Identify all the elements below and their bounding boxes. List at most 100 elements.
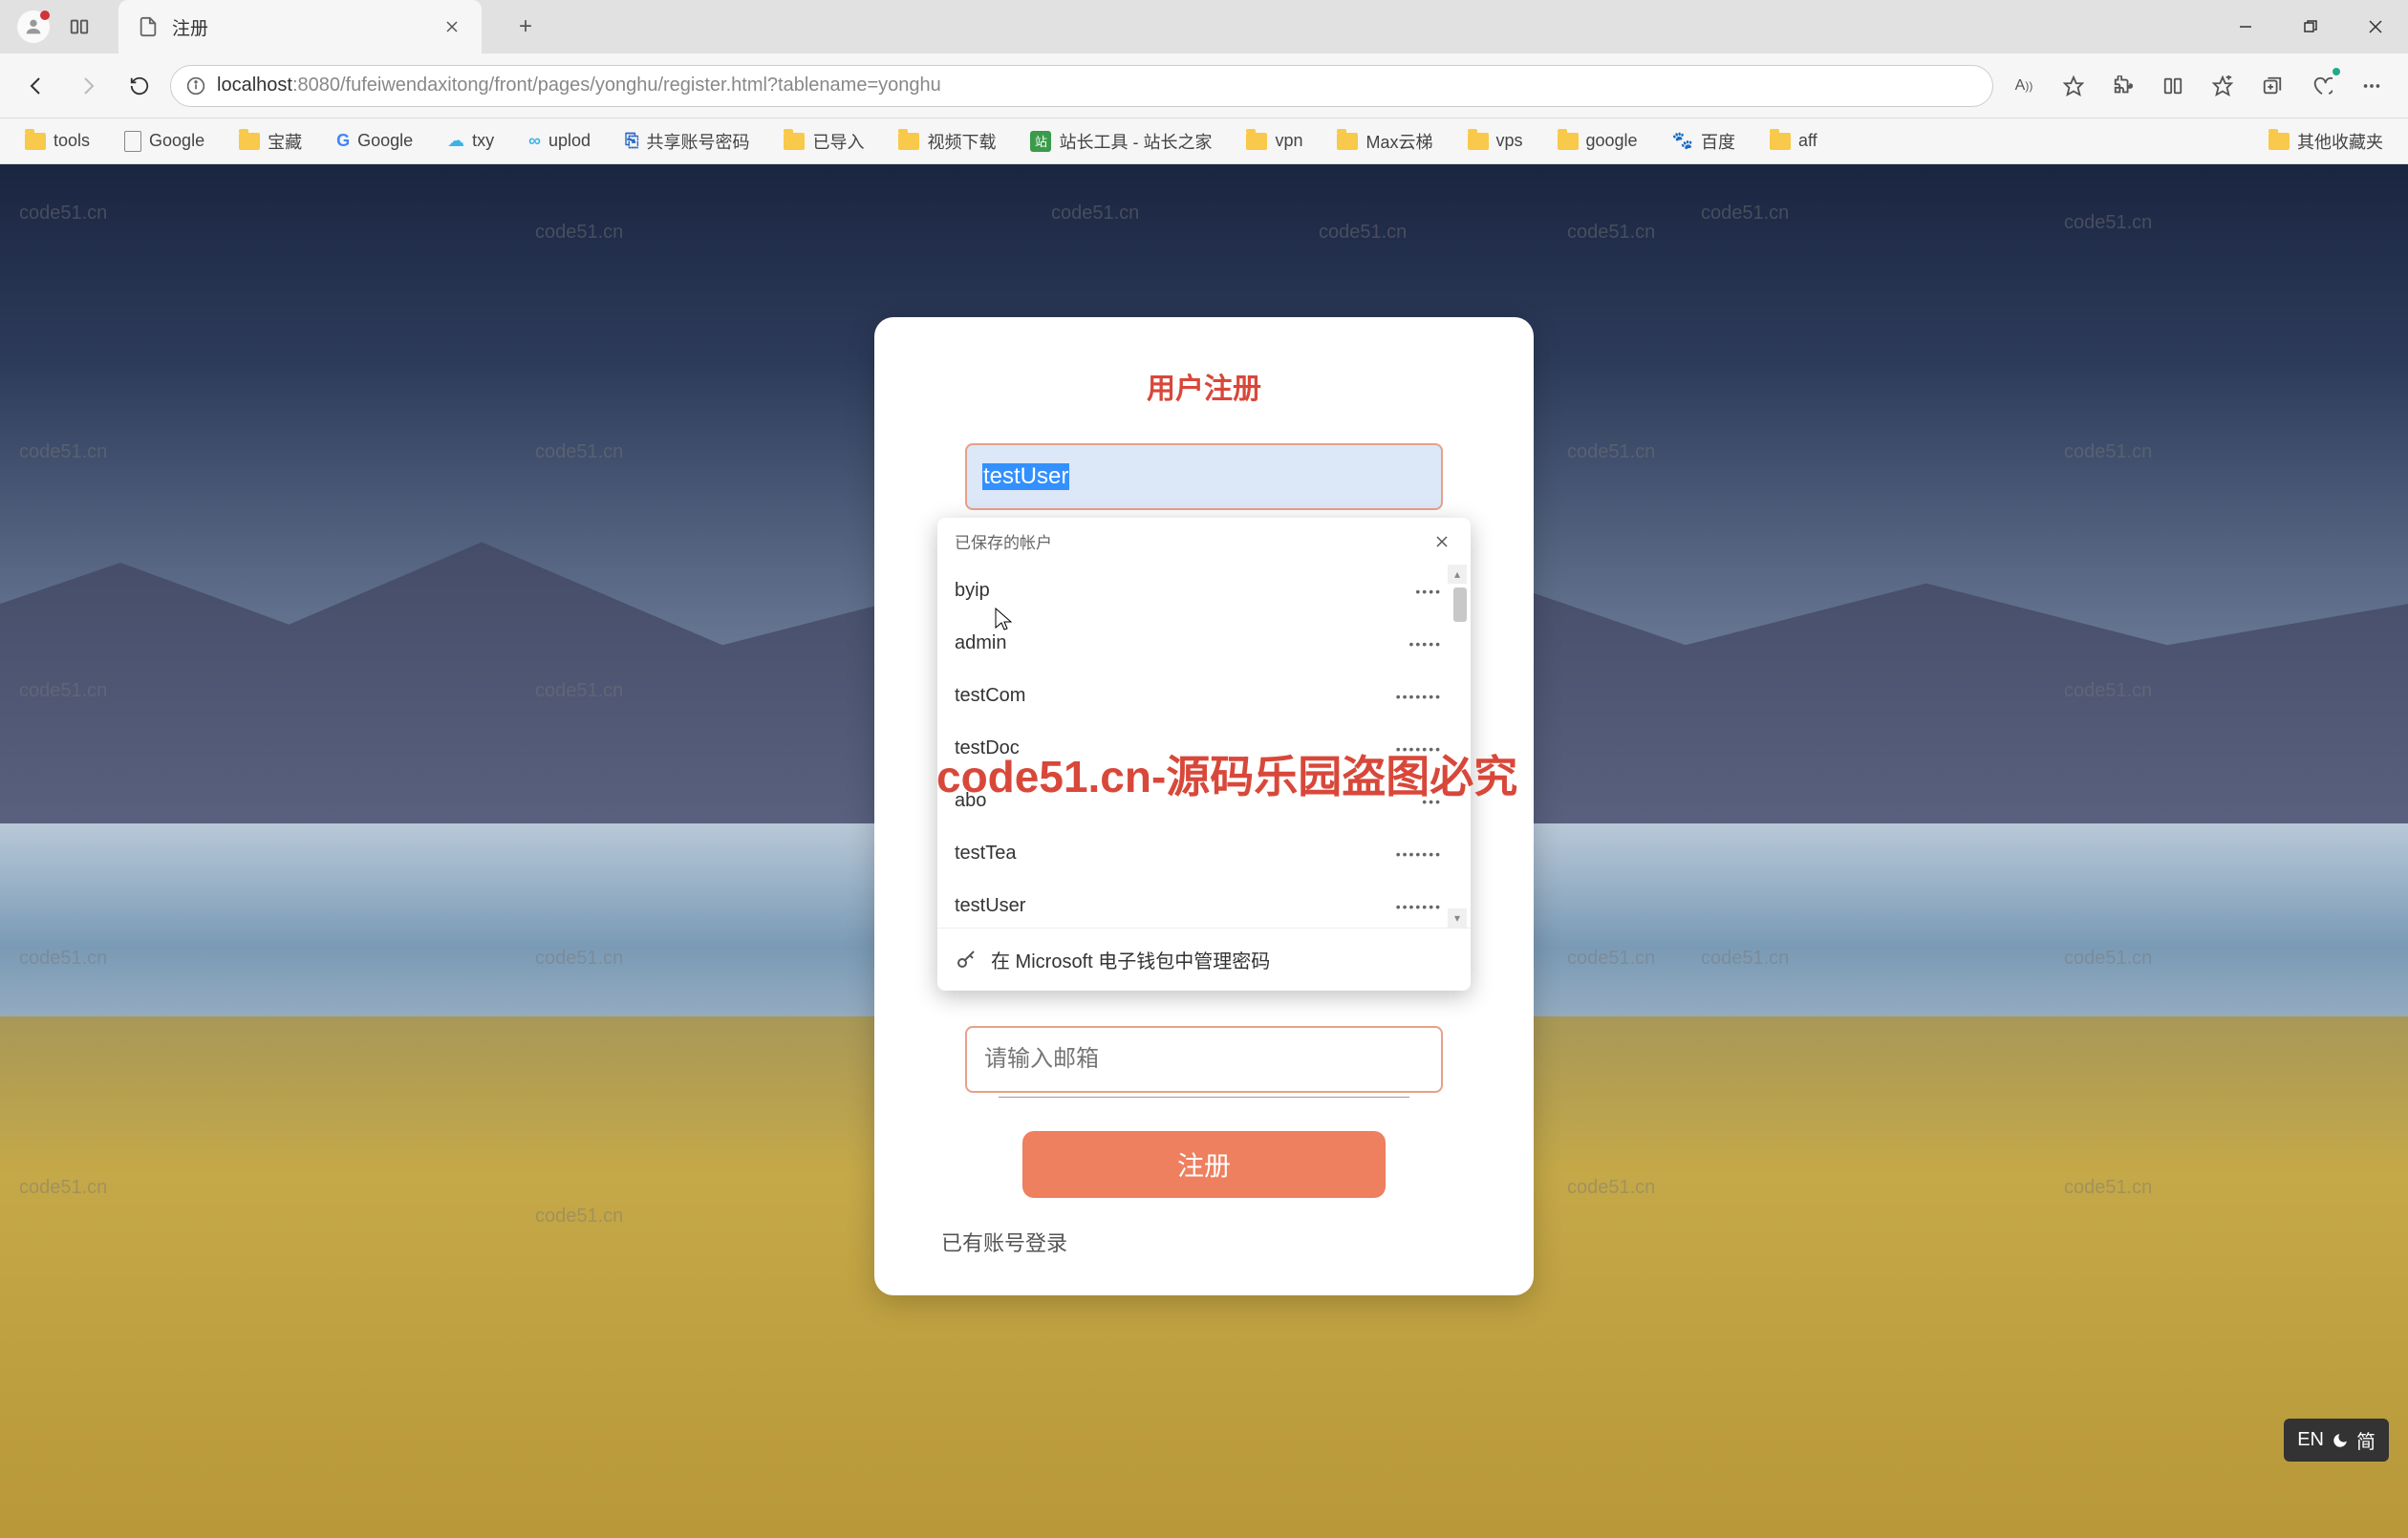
url-text: localhost:8080/fufeiwendaxitong/front/pa… (217, 75, 941, 96)
tab-favicon-icon (138, 16, 159, 37)
autofill-username: admin (955, 632, 1006, 654)
bookmark-item[interactable]: 已导入 (778, 125, 870, 158)
bookmark-label: uplod (548, 131, 591, 151)
bookmark-label: google (1586, 131, 1638, 151)
autofill-scroll-up[interactable]: ▴ (1448, 565, 1467, 584)
forward-button[interactable] (67, 65, 109, 107)
close-window-button[interactable] (2343, 0, 2408, 53)
toolbar-icons: A)) (2003, 65, 2393, 107)
minimize-button[interactable] (2213, 0, 2278, 53)
page-icon (124, 131, 141, 152)
autofill-item[interactable]: testUser••••••• (937, 880, 1471, 932)
autofill-manage-link[interactable]: 在 Microsoft 电子钱包中管理密码 (937, 928, 1471, 991)
ime-indicator[interactable]: EN 简 (2284, 1419, 2389, 1462)
baidu-icon: 🐾 (1672, 131, 1693, 151)
google-icon: G (336, 131, 350, 151)
favorites-icon[interactable] (2202, 65, 2244, 107)
autofill-header: 已保存的帐户 (937, 518, 1471, 565)
back-button[interactable] (15, 65, 57, 107)
titlebar-left: 注册 + (0, 0, 545, 53)
browser-essentials-icon[interactable] (2301, 65, 2343, 107)
username-input[interactable]: testUser (965, 443, 1443, 510)
cloud-icon: ☁ (447, 131, 464, 151)
login-link[interactable]: 已有账号登录 (932, 1231, 1067, 1255)
bookmark-item[interactable]: 站站长工具 - 站长之家 (1024, 125, 1217, 158)
share-icon: ⎘ (625, 131, 638, 151)
bookmark-item[interactable]: G Google (331, 127, 419, 155)
bookmark-item[interactable]: ∞uplod (523, 127, 596, 155)
autofill-password-mask: ••••• (1408, 636, 1442, 652)
folder-icon (784, 133, 805, 150)
bookmark-item[interactable]: 其他收藏夹 (2263, 125, 2389, 158)
autofill-item[interactable]: testDoc ••••••• (937, 722, 1471, 775)
autofill-dropdown: 已保存的帐户 ▴ ▾ byip••••admin•••••testCom••••… (937, 518, 1471, 991)
zhanzhang-icon: 站 (1030, 131, 1051, 152)
bookmark-item[interactable]: 视频下载 (892, 125, 1001, 158)
folder-icon (1246, 133, 1267, 150)
favorite-star-icon[interactable] (2053, 65, 2095, 107)
bookmark-label: 站长工具 - 站长之家 (1059, 129, 1212, 154)
autofill-item[interactable]: abo••• (937, 775, 1471, 827)
autofill-close-button[interactable] (1430, 530, 1453, 553)
bookmark-item[interactable]: tools (19, 127, 96, 155)
bookmark-label: 其他收藏夹 (2297, 129, 2383, 154)
bookmark-item[interactable]: vpn (1240, 127, 1308, 155)
autofill-item[interactable]: testCom••••••• (937, 670, 1471, 722)
bookmark-item[interactable]: aff (1764, 127, 1823, 155)
folder-icon (25, 133, 46, 150)
browser-tab[interactable]: 注册 (118, 0, 482, 53)
address-bar: localhost:8080/fufeiwendaxitong/front/pa… (0, 53, 2408, 118)
read-aloud-icon[interactable]: A)) (2003, 65, 2045, 107)
email-input[interactable] (965, 1026, 1443, 1093)
autofill-username: testDoc (955, 737, 1020, 759)
folder-icon (1558, 133, 1579, 150)
window-controls (2213, 0, 2408, 53)
new-tab-button[interactable]: + (506, 8, 545, 46)
autofill-username: testCom (955, 685, 1025, 707)
autofill-username: abo (955, 790, 986, 812)
extensions-icon[interactable] (2102, 65, 2144, 107)
site-info-icon[interactable] (186, 76, 205, 96)
profile-icon[interactable] (17, 11, 50, 43)
bookmark-item[interactable]: Max云梯 (1331, 125, 1438, 158)
autofill-password-mask: ••••••• (1396, 741, 1442, 757)
split-screen-icon[interactable] (2152, 65, 2194, 107)
maximize-button[interactable] (2278, 0, 2343, 53)
autofill-password-mask: •••• (1415, 584, 1442, 599)
autofill-username: testTea (955, 843, 1016, 865)
autofill-list: ▴ ▾ byip••••admin•••••testCom•••••••test… (937, 565, 1471, 928)
autofill-item[interactable]: admin ••••• (937, 617, 1471, 670)
autofill-username: testUser (955, 895, 1025, 917)
tab-actions-icon[interactable] (65, 12, 94, 41)
bookmark-label: Google (357, 131, 413, 151)
bookmark-item[interactable]: ☁ txy (441, 127, 500, 155)
autofill-item[interactable]: testTea••••••• (937, 827, 1471, 880)
url-box[interactable]: localhost:8080/fufeiwendaxitong/front/pa… (170, 65, 1993, 107)
bookmark-label: 已导入 (812, 129, 864, 154)
autofill-username: byip (955, 580, 990, 602)
autofill-footer-label: 在 Microsoft 电子钱包中管理密码 (991, 946, 1270, 973)
collections-icon[interactable] (2251, 65, 2293, 107)
autofill-item[interactable]: byip •••• (937, 565, 1471, 617)
more-icon[interactable] (2351, 65, 2393, 107)
autofill-scroll-down[interactable]: ▾ (1448, 908, 1467, 928)
bookmark-item[interactable]: 宝藏 (233, 125, 308, 158)
tab-close-button[interactable] (441, 16, 462, 37)
bookmark-item[interactable]: ⎘ 共享账号密码 (619, 125, 755, 158)
key-icon (955, 949, 978, 972)
moon-icon (2332, 1432, 2349, 1449)
ime-lang: EN (2297, 1429, 2324, 1451)
autofill-header-label: 已保存的帐户 (955, 529, 1052, 553)
bookmark-item[interactable]: google (1552, 127, 1644, 155)
bookmark-label: 共享账号密码 (646, 129, 749, 154)
bookmark-item[interactable]: vps (1462, 127, 1529, 155)
bookmark-item[interactable]: 🐾百度 (1666, 125, 1741, 158)
folder-icon (898, 133, 919, 150)
bookmark-label: 宝藏 (268, 129, 302, 154)
bookmark-label: txy (472, 131, 494, 151)
bookmark-label: tools (54, 131, 90, 151)
register-submit-button[interactable]: 注册 (1022, 1131, 1386, 1198)
autofill-scroll-thumb[interactable] (1453, 587, 1467, 622)
bookmark-item[interactable]: Google (118, 127, 210, 156)
refresh-button[interactable] (118, 65, 161, 107)
